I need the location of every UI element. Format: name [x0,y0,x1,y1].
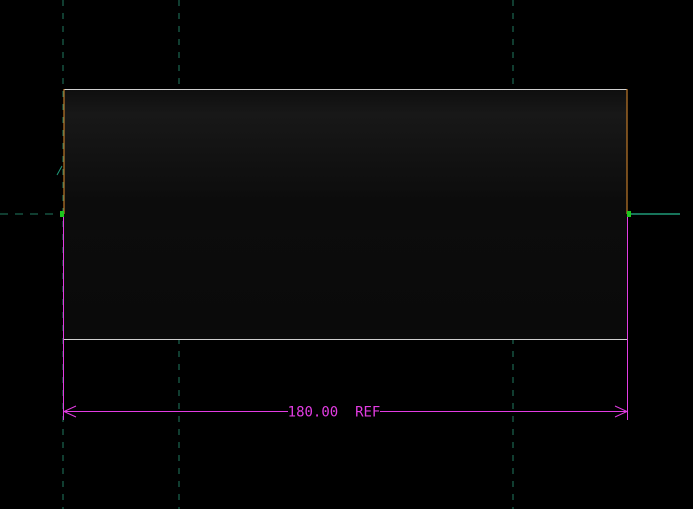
grip-right[interactable] [627,211,631,217]
cad-viewport[interactable]: 180.00 REF [0,0,693,509]
part-body[interactable] [64,89,627,339]
grip-left[interactable] [60,211,64,217]
construction-tick [56,165,63,176]
dimension-label[interactable]: 180.00 REF [288,405,381,421]
